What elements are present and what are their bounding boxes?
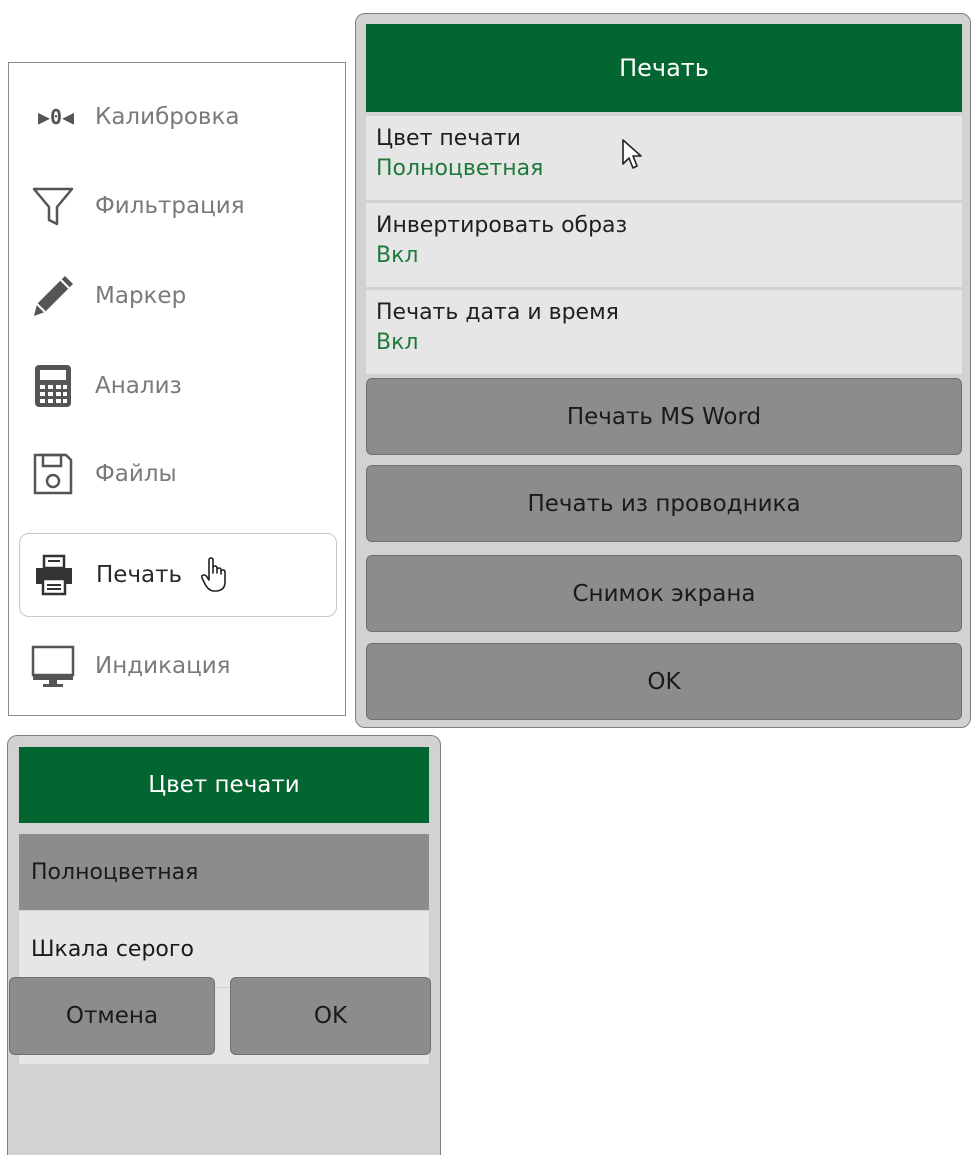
ok-button[interactable]: OK [366, 643, 962, 720]
param-value: Вкл [376, 330, 419, 355]
color-dialog-title: Цвет печати [19, 747, 429, 823]
screenshot-button[interactable]: Снимок экрана [366, 555, 962, 632]
calibration-icon: ▶0◀ [37, 105, 75, 129]
printer-icon [26, 547, 82, 603]
softkey-menu: ▶0◀ Калибровка Фильтрация Маркер Анализ … [8, 62, 346, 716]
calculator-icon [25, 358, 81, 414]
menu-item-marker[interactable]: Маркер [19, 254, 337, 338]
floppy-disk-icon [25, 446, 81, 502]
menu-item-label: Калибровка [95, 104, 240, 130]
param-name: Печать дата и время [376, 300, 619, 325]
print-dialog: Печать Цвет печати Полноцветная Инвертир… [355, 13, 971, 728]
menu-item-filtering[interactable]: Фильтрация [19, 164, 337, 248]
menu-item-print[interactable]: Печать [19, 533, 337, 617]
menu-item-calibration[interactable]: ▶0◀ Калибровка [19, 75, 337, 159]
print-explorer-button[interactable]: Печать из проводника [366, 465, 962, 542]
arrow-cursor-icon [621, 138, 643, 174]
param-value: Полноцветная [376, 156, 544, 181]
menu-item-label: Маркер [95, 283, 187, 309]
menu-item-files[interactable]: Файлы [19, 432, 337, 516]
invert-image-setting[interactable]: Инвертировать образ Вкл [366, 203, 962, 287]
menu-item-label: Индикация [95, 653, 231, 679]
cancel-button[interactable]: Отмена [9, 977, 215, 1055]
print-date-time-setting[interactable]: Печать дата и время Вкл [366, 290, 962, 374]
pencil-icon [25, 268, 81, 324]
menu-item-label: Фильтрация [95, 193, 245, 219]
param-name: Цвет печати [376, 126, 521, 151]
print-color-setting[interactable]: Цвет печати Полноцветная [366, 116, 962, 200]
param-value: Вкл [376, 243, 419, 268]
menu-item-analysis[interactable]: Анализ [19, 344, 337, 428]
option-grayscale[interactable]: Шкала серого [19, 911, 429, 987]
print-ms-word-button[interactable]: Печать MS Word [366, 378, 962, 455]
param-name: Инвертировать образ [376, 213, 628, 238]
ok-button[interactable]: OK [230, 977, 431, 1055]
filter-icon [25, 178, 81, 234]
print-color-dialog: Цвет печати Полноцветная Шкала серого Че… [7, 735, 441, 1155]
monitor-icon [25, 638, 81, 694]
option-full-color[interactable]: Полноцветная [19, 834, 429, 910]
menu-item-label: Анализ [95, 373, 182, 399]
menu-item-label: Печать [96, 562, 183, 588]
hand-cursor-icon [200, 557, 230, 593]
menu-item-label: Файлы [95, 461, 177, 487]
print-dialog-title: Печать [366, 24, 962, 112]
menu-item-display[interactable]: Индикация [19, 624, 337, 708]
